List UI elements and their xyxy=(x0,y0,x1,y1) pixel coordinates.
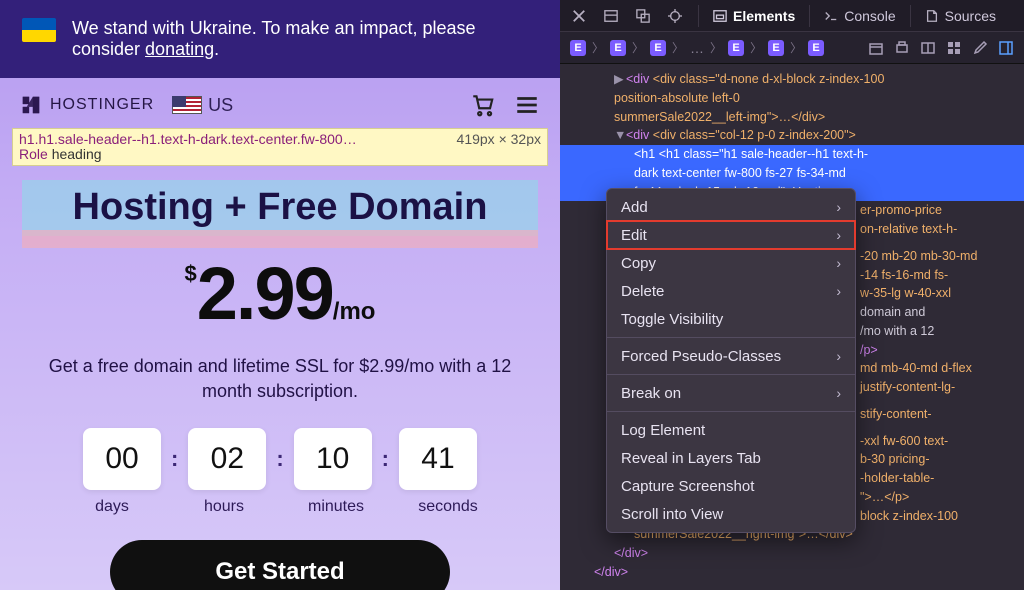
timer-days: 00 xyxy=(83,428,161,490)
ukraine-flag-icon xyxy=(22,18,56,42)
hamburger-icon[interactable] xyxy=(514,92,540,118)
selected-dom-node[interactable]: <h1 <h1 class="h1 sale-header--h1 text-h… xyxy=(560,145,1024,164)
timer-seconds: 41 xyxy=(399,428,477,490)
banner-text-post: . xyxy=(214,39,219,59)
ctx-forced-pseudo[interactable]: Forced Pseudo-Classes› xyxy=(607,342,855,370)
ctx-copy[interactable]: Copy› xyxy=(607,249,855,277)
price-currency: $ xyxy=(185,261,197,286)
donating-link[interactable]: donating xyxy=(145,39,214,59)
tab-elements[interactable]: Elements xyxy=(713,8,795,24)
grid-icon[interactable] xyxy=(920,40,936,56)
brand-name: HOSTINGER xyxy=(50,96,154,114)
ctx-log-element[interactable]: Log Element xyxy=(607,416,855,444)
banner-text: We stand with Ukraine. To make an impact… xyxy=(72,18,476,59)
context-menu: Add› Edit› Copy› Delete› Toggle Visibili… xyxy=(606,188,856,533)
brush-icon[interactable] xyxy=(972,40,988,56)
panel-icon[interactable] xyxy=(998,40,1014,56)
target-icon[interactable] xyxy=(666,7,684,25)
label-seconds: seconds xyxy=(409,498,487,516)
price-block: $2.99/mo xyxy=(0,251,560,336)
label-days: days xyxy=(73,498,151,516)
print-icon[interactable] xyxy=(894,40,910,56)
ctx-capture-screenshot[interactable]: Capture Screenshot xyxy=(607,472,855,500)
devtools-pane: Elements Console Sources E〉 E〉 E〉 …〉 E〉 … xyxy=(560,0,1024,590)
timer-labels: days hours minutes seconds xyxy=(0,498,560,516)
site-topbar: HOSTINGER US xyxy=(0,78,560,120)
website-pane: We stand with Ukraine. To make an impact… xyxy=(0,0,560,590)
timer-hours: 02 xyxy=(188,428,266,490)
overlap-icon[interactable] xyxy=(634,7,652,25)
refresh-icon[interactable] xyxy=(868,40,884,56)
ctx-delete[interactable]: Delete› xyxy=(607,277,855,305)
timer-minutes: 10 xyxy=(294,428,372,490)
close-icon[interactable] xyxy=(570,7,588,25)
tab-console[interactable]: Console xyxy=(824,8,895,24)
ctx-scroll-into-view[interactable]: Scroll into View xyxy=(607,500,855,528)
label-hours: hours xyxy=(185,498,263,516)
tooltip-role-label: Role xyxy=(19,146,48,162)
brand-logo[interactable]: HOSTINGER xyxy=(20,94,154,116)
price-period: /mo xyxy=(333,298,376,325)
ctx-break-on[interactable]: Break on› xyxy=(607,379,855,407)
ctx-reveal-layers[interactable]: Reveal in Layers Tab xyxy=(607,444,855,472)
ctx-edit[interactable]: Edit› xyxy=(607,221,855,249)
page-headline: Hosting + Free Domain xyxy=(0,180,560,235)
cart-icon[interactable] xyxy=(470,92,496,118)
countdown-timer: 00 : 02 : 10 : 41 xyxy=(0,428,560,490)
ukraine-banner: We stand with Ukraine. To make an impact… xyxy=(0,0,560,78)
ctx-add[interactable]: Add› xyxy=(607,193,855,221)
tab-sources[interactable]: Sources xyxy=(925,8,996,24)
us-flag-icon xyxy=(172,96,202,114)
dock-icon[interactable] xyxy=(602,7,620,25)
hostinger-icon xyxy=(20,94,42,116)
tooltip-role-value: heading xyxy=(52,146,102,162)
tooltip-dimensions: 419px × 32px xyxy=(457,131,541,146)
sub-text: Get a free domain and lifetime SSL for $… xyxy=(30,354,530,404)
devtools-subtoolbar: E〉 E〉 E〉 …〉 E〉 E〉 E xyxy=(560,32,1024,64)
get-started-button[interactable]: Get Started xyxy=(110,540,450,590)
devtools-toolbar: Elements Console Sources xyxy=(560,0,1024,32)
tooltip-selector: h1.h1.sale-header--h1.text-h-dark.text-c… xyxy=(19,131,357,146)
ctx-toggle-visibility[interactable]: Toggle Visibility xyxy=(607,305,855,333)
apps-icon[interactable] xyxy=(946,40,962,56)
price-amount: 2.99 xyxy=(197,252,333,335)
locale-label: US xyxy=(208,95,233,116)
breadcrumb[interactable]: E〉 E〉 E〉 …〉 E〉 E〉 E xyxy=(570,39,824,56)
label-minutes: minutes xyxy=(297,498,375,516)
locale-switcher[interactable]: US xyxy=(172,95,233,116)
inspector-tooltip: h1.h1.sale-header--h1.text-h-dark.text-c… xyxy=(12,128,548,166)
